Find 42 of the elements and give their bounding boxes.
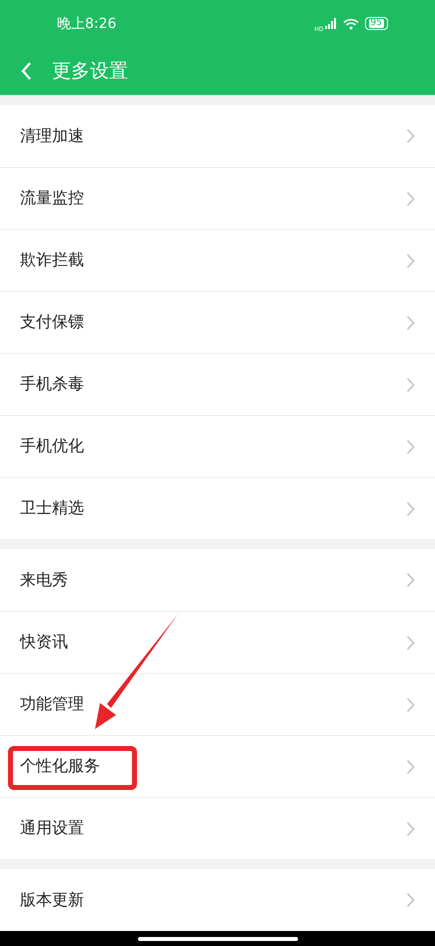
chevron-icon: [406, 376, 415, 392]
wifi-icon: [342, 18, 359, 30]
settings-item[interactable]: 版本更新: [0, 869, 435, 931]
item-label: 通用设置: [20, 817, 84, 839]
item-label: 卫士精选: [20, 497, 84, 519]
chevron-icon: [406, 500, 415, 516]
settings-item[interactable]: 手机杀毒: [0, 353, 435, 415]
settings-item[interactable]: 清理加速: [0, 105, 435, 167]
item-label: 个性化服务: [20, 755, 100, 777]
item-label: 功能管理: [20, 693, 84, 715]
settings-item[interactable]: 通用设置: [0, 797, 435, 859]
chevron-icon: [406, 892, 415, 908]
item-label: 清理加速: [20, 124, 84, 146]
item-label: 流量监控: [20, 187, 84, 209]
settings-item[interactable]: 手机优化: [0, 415, 435, 477]
settings-item[interactable]: 个性化服务: [0, 735, 435, 797]
chevron-icon: [406, 190, 415, 206]
chevron-icon: [406, 572, 415, 588]
item-label: 快资讯: [20, 631, 68, 653]
page-title: 更多设置: [52, 59, 128, 84]
chevron-icon: [406, 252, 415, 268]
chevron-icon: [406, 758, 415, 774]
signal-icon: [324, 18, 337, 29]
settings-item[interactable]: 卫士精选: [0, 477, 435, 539]
chevron-icon: [406, 634, 415, 650]
item-label: 手机杀毒: [20, 373, 84, 395]
item-label: 来电秀: [20, 568, 68, 590]
item-label: 手机优化: [20, 435, 84, 457]
item-label: 支付保镖: [20, 311, 84, 333]
settings-item[interactable]: 支付保镖: [0, 291, 435, 353]
item-label: 版本更新: [20, 888, 84, 910]
item-label: 欺诈拦截: [20, 249, 84, 271]
chevron-icon: [406, 314, 415, 330]
chevron-icon: [406, 696, 415, 712]
chevron-icon: [406, 128, 415, 144]
settings-item[interactable]: 来电秀: [0, 549, 435, 611]
status-time: 晚上8:26: [57, 14, 116, 32]
chevron-icon: [406, 438, 415, 454]
settings-item[interactable]: 欺诈拦截: [0, 229, 435, 291]
settings-item[interactable]: 流量监控: [0, 167, 435, 229]
home-indicator[interactable]: [138, 936, 298, 940]
chevron-icon: [406, 820, 415, 836]
